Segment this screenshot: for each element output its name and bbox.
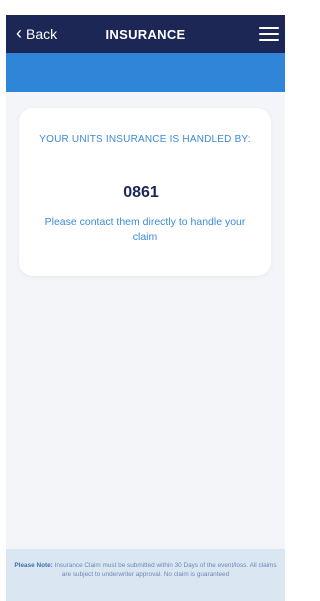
header-banner: [6, 53, 285, 92]
hamburger-menu-icon[interactable]: [259, 24, 279, 44]
footer-note-label: Please Note:: [14, 562, 53, 569]
insurer-contact-number[interactable]: 0861: [19, 184, 271, 202]
insurance-screen: ‹ Back INSURANCE YOUR UNITS INSURANCE IS…: [6, 15, 285, 601]
insurance-info-card: YOUR UNITS INSURANCE IS HANDLED BY: 0861…: [19, 108, 271, 276]
card-heading: YOUR UNITS INSURANCE IS HANDLED BY:: [39, 134, 251, 145]
contact-instruction: Please contact them directly to handle y…: [44, 216, 246, 243]
navigation-bar: ‹ Back INSURANCE: [6, 15, 285, 53]
contact-number-text: 0861: [123, 184, 159, 201]
footer-note: Please Note: Insurance Claim must be sub…: [6, 549, 285, 601]
footer-note-text: Insurance Claim must be submitted within…: [52, 562, 277, 578]
page-title: INSURANCE: [105, 26, 186, 42]
